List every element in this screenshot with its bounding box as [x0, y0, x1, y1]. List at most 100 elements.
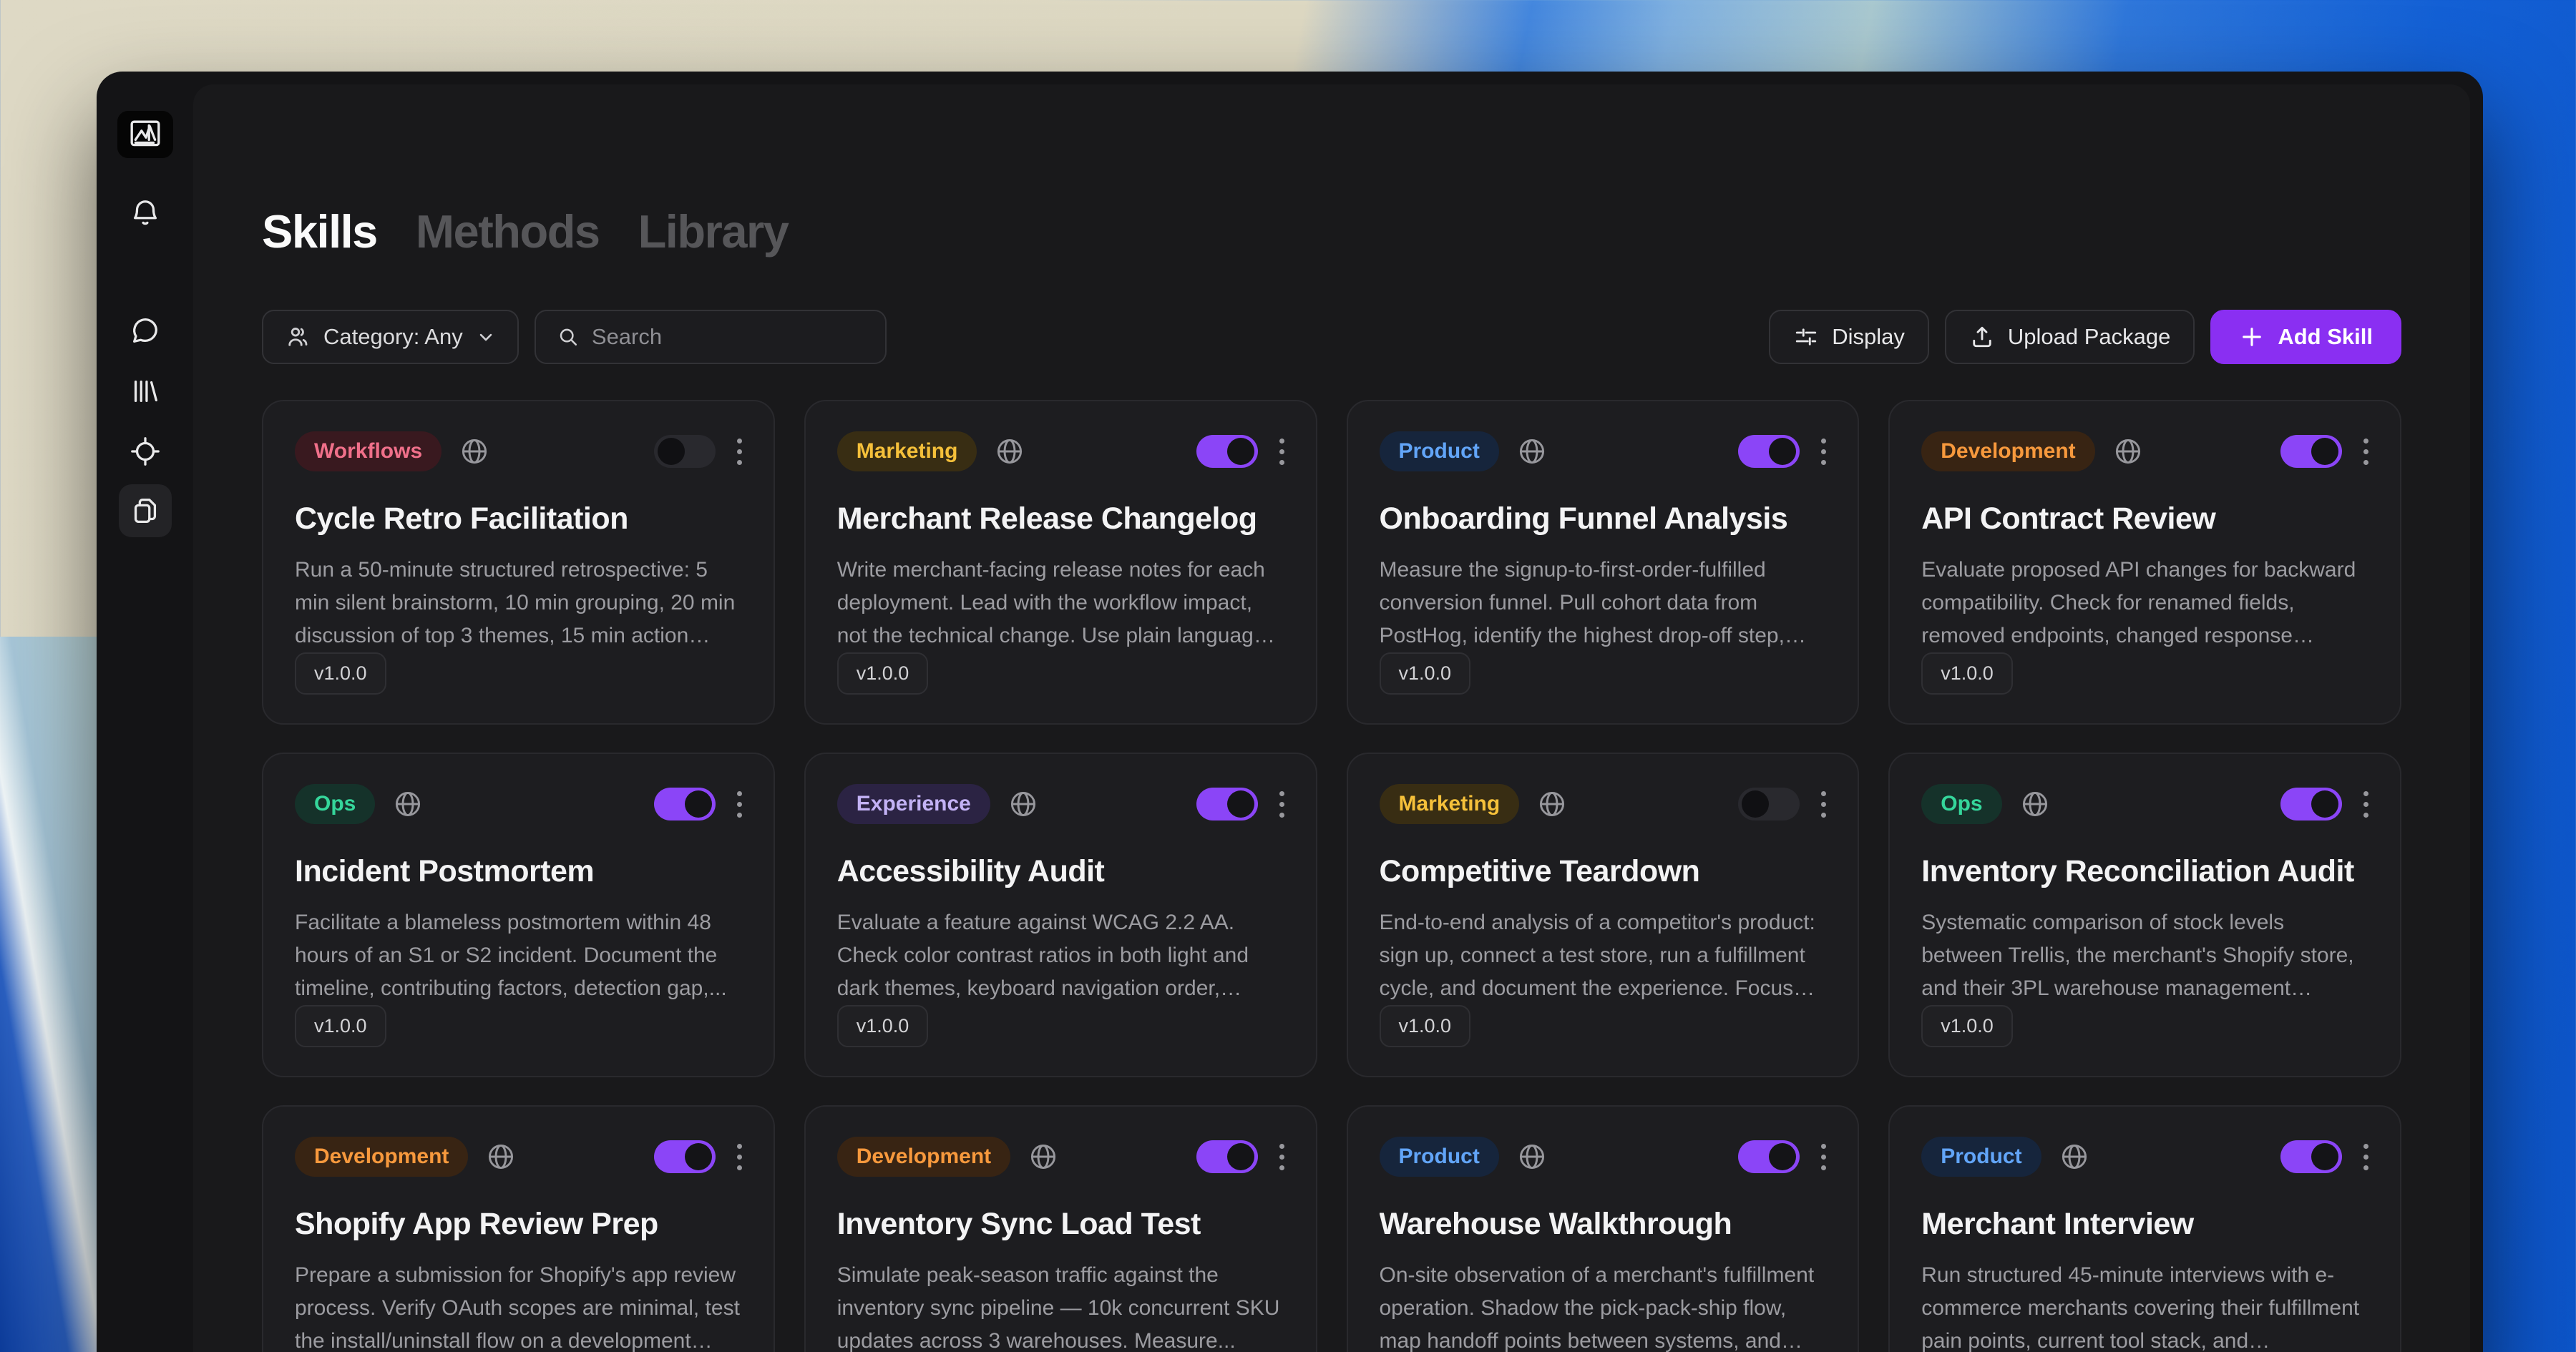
chat-bubble-icon[interactable] [129, 314, 162, 347]
desktop-wallpaper: { "tabs": [ { "label": "Skills", "active… [0, 0, 2576, 1352]
search-icon [560, 328, 577, 346]
search-box[interactable] [534, 310, 887, 364]
skill-card[interactable]: Ops Inventory Reconciliation Audit Syste… [1888, 753, 2401, 1077]
kebab-menu-icon[interactable] [736, 1143, 742, 1170]
enable-toggle[interactable] [653, 788, 716, 820]
card-header: Marketing [836, 431, 1284, 471]
kebab-menu-icon[interactable] [1279, 790, 1284, 818]
skill-card[interactable]: Development Shopify App Review Prep Prep… [262, 1105, 775, 1352]
upload-package-button[interactable]: Upload Package [1944, 310, 2195, 364]
enable-toggle[interactable] [653, 1140, 716, 1173]
tab-methods[interactable]: Methods [416, 205, 600, 258]
kebab-menu-icon[interactable] [2363, 438, 2368, 465]
skill-card[interactable]: Development Inventory Sync Load Test Sim… [804, 1105, 1317, 1352]
library-books-icon[interactable] [129, 375, 162, 408]
enable-toggle[interactable] [1196, 435, 1258, 468]
add-skill-label: Add Skill [2278, 324, 2373, 349]
version-badge: v1.0.0 [836, 652, 929, 695]
kebab-menu-icon[interactable] [1821, 790, 1827, 818]
card-header: Workflows [295, 431, 742, 471]
skill-description: Simulate peak-season traffic against the… [836, 1263, 1280, 1352]
kebab-menu-icon[interactable] [736, 438, 742, 465]
toggle-knob [1226, 1143, 1254, 1170]
enable-toggle[interactable] [2280, 1140, 2342, 1173]
card-header: Ops [1921, 784, 2368, 824]
version-badge: v1.0.0 [295, 652, 386, 695]
globe-icon [2112, 436, 2144, 467]
tab-skills[interactable]: Skills [262, 205, 378, 258]
enable-toggle[interactable] [653, 435, 716, 468]
skill-title: Inventory Sync Load Test [836, 1207, 1201, 1241]
skill-title: API Contract Review [1921, 501, 2216, 536]
skill-description: Systematic comparison of stock levels be… [1921, 911, 2354, 1000]
kebab-menu-icon[interactable] [1821, 438, 1827, 465]
version-badge: v1.0.0 [1379, 1005, 1471, 1047]
sidebar [97, 72, 193, 1352]
category-badge: Workflows [295, 431, 442, 471]
kebab-menu-icon[interactable] [1279, 1143, 1284, 1170]
kebab-menu-icon[interactable] [736, 790, 742, 818]
upload-icon [1973, 326, 1991, 348]
skill-card[interactable]: Ops Incident Postmortem Facilitate a bla… [262, 753, 775, 1077]
globe-icon [485, 1141, 517, 1172]
add-skill-button[interactable]: Add Skill [2210, 310, 2401, 364]
notifications-bell-icon[interactable] [129, 197, 162, 230]
kebab-menu-icon[interactable] [1821, 1143, 1827, 1170]
globe-icon [1008, 788, 1039, 820]
category-badge: Marketing [836, 431, 977, 471]
version-badge: v1.0.0 [295, 1005, 386, 1047]
kebab-menu-icon[interactable] [1279, 438, 1284, 465]
skill-card[interactable]: Product Onboarding Funnel Analysis Measu… [1346, 400, 1860, 725]
app-logo-icon[interactable] [117, 111, 173, 158]
category-filter[interactable]: Category: Any [262, 310, 519, 364]
enable-toggle[interactable] [1738, 435, 1800, 468]
category-badge: Development [836, 1137, 1011, 1177]
enable-toggle[interactable] [1196, 1140, 1258, 1173]
globe-icon [1516, 436, 1548, 467]
card-header: Ops [295, 784, 742, 824]
target-crosshair-icon[interactable] [129, 435, 162, 468]
enable-toggle[interactable] [2280, 788, 2342, 820]
card-header: Product [1921, 1137, 2368, 1177]
toggle-knob [1769, 438, 1797, 465]
users-icon [288, 328, 308, 346]
skill-title: Accessibility Audit [836, 854, 1105, 888]
skill-card[interactable]: Product Merchant Interview Run structure… [1888, 1105, 2401, 1352]
skill-card[interactable]: Marketing Merchant Release Changelog Wri… [804, 400, 1317, 725]
sliders-icon [1796, 328, 1817, 346]
skill-card[interactable]: Experience Accessibility Audit Evaluate … [804, 753, 1317, 1077]
search-input[interactable] [591, 324, 864, 350]
enable-toggle[interactable] [1738, 1140, 1800, 1173]
kebab-menu-icon[interactable] [2363, 1143, 2368, 1170]
skill-card[interactable]: Product Warehouse Walkthrough On-site ob… [1346, 1105, 1860, 1352]
enable-toggle[interactable] [2280, 435, 2342, 468]
skill-title: Competitive Teardown [1379, 854, 1700, 888]
enable-toggle[interactable] [1738, 788, 1800, 820]
toggle-knob [1226, 438, 1254, 465]
skill-title: Incident Postmortem [295, 854, 595, 888]
card-header: Product [1379, 1137, 1827, 1177]
card-header: Development [836, 1137, 1284, 1177]
globe-icon [459, 436, 490, 467]
skill-card[interactable]: Development API Contract Review Evaluate… [1888, 400, 2401, 725]
category-badge: Product [1921, 1137, 2041, 1177]
main-panel: Skills Methods Library Category: Any Sea… [193, 84, 2470, 1352]
toggle-knob [1769, 1143, 1797, 1170]
skill-description: Facilitate a blameless postmortem within… [295, 911, 727, 1000]
category-badge: Marketing [1379, 784, 1520, 824]
skill-title: Inventory Reconciliation Audit [1921, 854, 2354, 888]
skill-card[interactable]: Workflows Cycle Retro Facilitation Run a… [262, 400, 775, 725]
app-window: Skills Methods Library Category: Any Sea… [97, 72, 2483, 1352]
category-badge: Ops [1921, 784, 2002, 824]
display-button[interactable]: Display [1769, 310, 1929, 364]
skill-card[interactable]: Marketing Competitive Teardown End-to-en… [1346, 753, 1860, 1077]
enable-toggle[interactable] [1196, 788, 1258, 820]
toggle-knob [684, 790, 712, 818]
kebab-menu-icon[interactable] [2363, 790, 2368, 818]
tab-library[interactable]: Library [638, 205, 789, 258]
category-badge: Experience [836, 784, 990, 824]
sidebar-item-skills-active[interactable] [118, 484, 172, 537]
category-badge: Product [1379, 1137, 1499, 1177]
plus-icon [2243, 328, 2262, 346]
version-badge: v1.0.0 [1379, 652, 1471, 695]
